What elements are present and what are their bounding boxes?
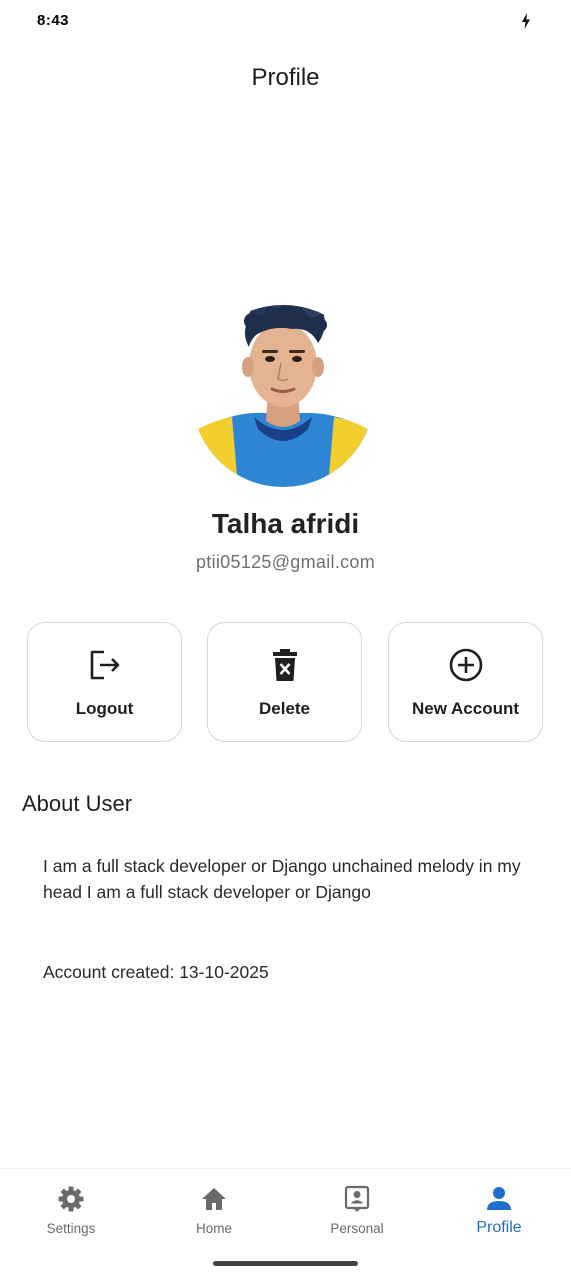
- home-icon: [202, 1188, 226, 1210]
- nav-label-home: Home: [195, 1221, 232, 1236]
- logout-icon: [90, 650, 119, 680]
- account-created-text: Account created: 13-10-2025: [43, 962, 269, 982]
- add-circle-icon: [449, 648, 482, 682]
- gear-icon: [58, 1186, 84, 1212]
- home-indicator[interactable]: [213, 1261, 358, 1266]
- avatar: [192, 305, 374, 487]
- new-account-label: New Account: [411, 699, 520, 718]
- nav-item-personal[interactable]: Personal: [286, 1169, 428, 1249]
- trash-icon: [272, 649, 297, 681]
- nav-item-home[interactable]: Home: [143, 1169, 285, 1249]
- nav-item-settings[interactable]: Settings: [0, 1169, 142, 1249]
- delete-label: Delete: [258, 699, 311, 718]
- about-heading: About User: [22, 791, 133, 816]
- status-time: 8:43: [37, 12, 70, 29]
- status-bar: 8:43: [0, 0, 571, 44]
- nav-label-profile: Profile: [476, 1219, 522, 1236]
- nav-label-personal: Personal: [330, 1221, 384, 1236]
- id-badge-icon: [344, 1185, 370, 1212]
- user-email: ptii05125@gmail.com: [195, 552, 376, 572]
- nav-item-profile[interactable]: Profile: [428, 1169, 570, 1249]
- person-icon: [487, 1187, 511, 1210]
- about-text: I am a full stack developer or Django un…: [43, 856, 521, 902]
- logout-button[interactable]: Logout: [27, 622, 182, 742]
- bottom-nav: Settings Home Personal Profile: [0, 1168, 571, 1248]
- user-name: Talha afridi: [211, 508, 360, 539]
- nav-label-settings: Settings: [46, 1221, 96, 1236]
- logout-label: Logout: [75, 699, 134, 718]
- page-title: Profile: [251, 64, 320, 91]
- delete-button[interactable]: Delete: [207, 622, 362, 742]
- bolt-icon: [522, 13, 530, 29]
- new-account-button[interactable]: New Account: [388, 622, 543, 742]
